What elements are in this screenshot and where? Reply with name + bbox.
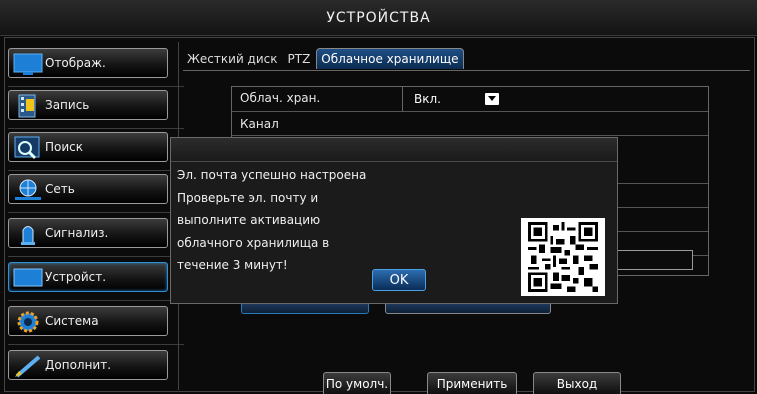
alarm-icon (21, 226, 35, 245)
dialog-message-line: течение 3 минут! (177, 258, 288, 272)
sidebar-item-label: Поиск (45, 140, 84, 154)
email-success-dialog: Эл. почта успешно настроена Проверьте эл… (170, 137, 618, 304)
sidebar-item-label: Отображ. (45, 56, 106, 70)
search-icon (14, 136, 40, 160)
tab-hdd[interactable]: Жесткий диск (183, 48, 282, 69)
cloud-storage-select[interactable]: Вкл. (410, 91, 503, 107)
cloud-storage-value: Вкл. (414, 92, 441, 106)
default-button[interactable]: По умолч. (323, 372, 391, 394)
apply-button[interactable]: Применить (427, 372, 517, 394)
dialog-message-line: Эл. почта успешно настроена (177, 168, 367, 182)
dialog-message-line: Проверьте эл. почту и (177, 191, 319, 205)
chevron-down-icon (485, 93, 499, 105)
sidebar-item-alarm[interactable]: Сигнализ. (8, 218, 168, 248)
sidebar-item-display[interactable]: Отображ. (8, 48, 168, 78)
tab-underline (183, 70, 750, 71)
sidebar-item-network[interactable]: Сеть (8, 174, 168, 204)
gear-icon (17, 311, 39, 333)
dialog-message-line: облачного хранилища в (177, 236, 330, 250)
sidebar-item-system[interactable]: Система (8, 306, 168, 336)
sidebar-item-label: Сеть (45, 182, 75, 196)
sidebar-item-label: Устройст. (45, 270, 107, 284)
window-title: УСТРОЙСТВА (0, 0, 757, 36)
sidebar-item-label: Запись (45, 98, 90, 112)
tab-cloud-storage[interactable]: Облачное хранилище (316, 48, 464, 69)
device-icon (13, 268, 43, 287)
dialog-header (171, 138, 617, 162)
pen-icon (15, 355, 41, 378)
film-icon (18, 94, 36, 118)
dialog-message-line: выполните активацию (177, 213, 321, 227)
tab-bar: Жесткий диск PTZ Облачное хранилище (183, 48, 466, 70)
sidebar-item-search[interactable]: Поиск (8, 132, 168, 162)
exit-button[interactable]: Выход (533, 372, 621, 394)
sidebar-item-label: Сигнализ. (45, 226, 109, 240)
qr-code-icon (521, 218, 605, 296)
sidebar-item-label: Система (45, 314, 99, 328)
sidebar-item-label: Дополнит. (45, 358, 112, 372)
sidebar-item-record[interactable]: Запись (8, 90, 168, 120)
tab-ptz[interactable]: PTZ (284, 48, 315, 69)
channel-label: Канал (240, 117, 279, 131)
sidebar-item-advanced[interactable]: Дополнит. (8, 350, 168, 380)
monitor-icon (13, 53, 43, 75)
network-icon (15, 179, 41, 200)
ok-button[interactable]: OK (372, 269, 426, 291)
sidebar-item-device[interactable]: Устройст. (8, 262, 168, 292)
cloud-storage-label: Облач. хран. (240, 91, 321, 105)
